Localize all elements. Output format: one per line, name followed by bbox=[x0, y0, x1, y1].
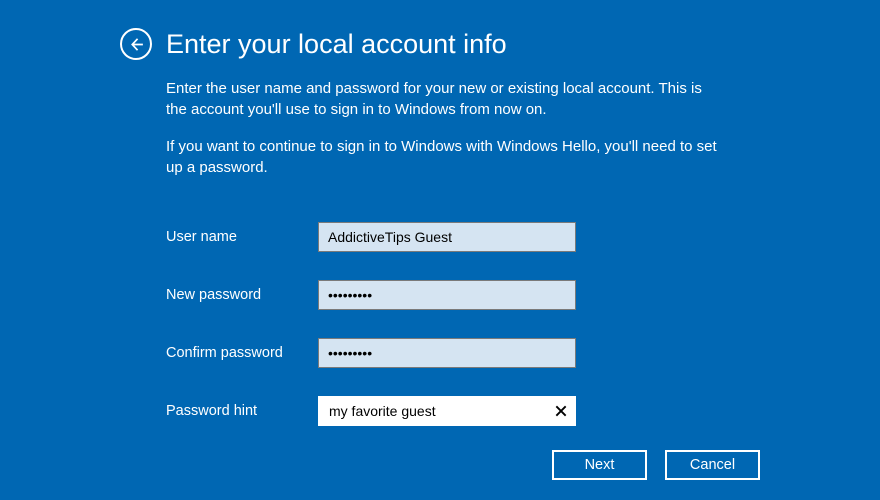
description-text-1: Enter the user name and password for you… bbox=[166, 78, 726, 120]
username-label: User name bbox=[166, 229, 318, 245]
description-text-2: If you want to continue to sign in to Wi… bbox=[166, 136, 726, 178]
username-input[interactable] bbox=[318, 222, 576, 252]
next-button[interactable]: Next bbox=[552, 450, 647, 480]
new-password-label: New password bbox=[166, 287, 318, 303]
confirm-password-label: Confirm password bbox=[166, 345, 318, 361]
confirm-password-input[interactable] bbox=[318, 338, 576, 368]
password-hint-label: Password hint bbox=[166, 403, 318, 419]
cancel-button[interactable]: Cancel bbox=[665, 450, 760, 480]
close-icon bbox=[554, 404, 568, 418]
password-hint-input[interactable] bbox=[318, 396, 576, 426]
page-title: Enter your local account info bbox=[166, 31, 507, 58]
clear-hint-button[interactable] bbox=[549, 399, 573, 423]
arrow-left-icon bbox=[128, 36, 145, 53]
back-button[interactable] bbox=[120, 28, 152, 60]
new-password-input[interactable] bbox=[318, 280, 576, 310]
